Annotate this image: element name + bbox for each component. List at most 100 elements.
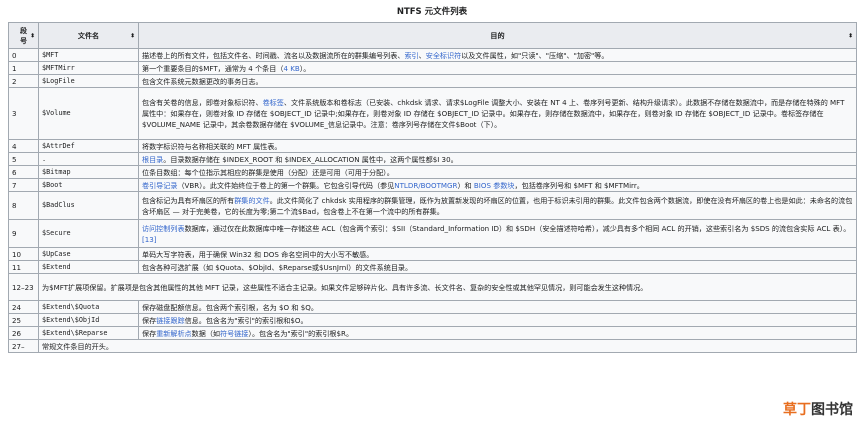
table-row: 25$Extend\$ObjId保存链接跟踪信息。包含名为"索引"的索引根和$O… bbox=[9, 314, 857, 327]
sort-icon[interactable]: ⬍ bbox=[848, 30, 853, 41]
table-row: 24$Extend\$Quota保存磁盘配额信息。包含两个索引根，名为 $O 和… bbox=[9, 301, 857, 314]
cell-purpose: 保存链接跟踪信息。包含名为"索引"的索引根和$O。 bbox=[139, 314, 857, 327]
table-caption: NTFS 元文件列表 bbox=[0, 2, 864, 22]
cell-filename: $Extend\$ObjId bbox=[39, 314, 139, 327]
purpose-text: 包含有关卷的信息，即卷对象标识符、 bbox=[142, 98, 263, 107]
cell-index: 0 bbox=[9, 49, 39, 62]
cell-index: 10 bbox=[9, 248, 39, 261]
cell-filename: $MFT bbox=[39, 49, 139, 62]
cell-filename: $Secure bbox=[39, 220, 139, 248]
purpose-text: （VBR）。此文件始终位于卷上的第一个群集。它包含引导代码（参见 bbox=[177, 181, 394, 190]
table-row: 12–23为$MFT扩展项保留。扩展项是包含其他属性的其他 MFT 记录，这些属… bbox=[9, 274, 857, 301]
wiki-link[interactable]: 卷引导记录 bbox=[142, 181, 177, 190]
purpose-text: 描述卷上的所有文件，包括文件名、时间戳、流名以及数据流所在的群集编号列表、 bbox=[142, 51, 404, 60]
cell-filename: $Extend\$Quota bbox=[39, 301, 139, 314]
cell-purpose: 包含各种可选扩展（如 $Quota、$ObjId、$Reparse或$UsnJr… bbox=[139, 261, 857, 274]
purpose-text: 保存 bbox=[142, 329, 156, 338]
cell-index: 2 bbox=[9, 75, 39, 88]
purpose-text: 第一个重要条目的$MFT，通常为 4 个条目（ bbox=[142, 64, 283, 73]
table-row: 4$AttrDef将数字标识符与名称相关联的 MFT 属性表。 bbox=[9, 140, 857, 153]
column-header-filename[interactable]: 文件名 ⬍ bbox=[39, 23, 139, 49]
table-header-row: 段号 ⬍ 文件名 ⬍ 目的 ⬍ bbox=[9, 23, 857, 49]
cell-filename: $LogFile bbox=[39, 75, 139, 88]
purpose-text: 保存磁盘配额信息。包含两个索引根，名为 $O 和 $Q。 bbox=[142, 303, 318, 312]
cell-purpose: 根目录。目录数据存储在 $INDEX_ROOT 和 $INDEX_ALLOCAT… bbox=[139, 153, 857, 166]
column-header-purpose[interactable]: 目的 ⬍ bbox=[139, 23, 857, 49]
table-row: 5.根目录。目录数据存储在 $INDEX_ROOT 和 $INDEX_ALLOC… bbox=[9, 153, 857, 166]
table-row: 9$Secure访问控制列表数据库，通过仅在此数据库中唯一存储这些 ACL（包含… bbox=[9, 220, 857, 248]
sort-icon[interactable]: ⬍ bbox=[30, 30, 35, 41]
wiki-link[interactable]: 符号链接 bbox=[220, 329, 248, 338]
watermark-logo: 草丁图书馆 bbox=[780, 401, 856, 419]
purpose-text: 以及文件属性，如"只读"、"压缩"、"加密"等。 bbox=[461, 51, 608, 60]
cell-index: 7 bbox=[9, 179, 39, 192]
cell-filename: $Extend bbox=[39, 261, 139, 274]
purpose-text: 为$MFT扩展项保留。扩展项是包含其他属性的其他 MFT 记录，这些属性不适合主… bbox=[42, 283, 647, 292]
table-row: 3$Volume包含有关卷的信息，即卷对象标识符、卷标签、文件系统版本和卷标志（… bbox=[9, 88, 857, 140]
cell-index: 27– bbox=[9, 340, 39, 353]
purpose-text: 。目录数据存储在 $INDEX_ROOT 和 $INDEX_ALLOCATION… bbox=[163, 155, 457, 164]
cell-purpose: 包含有关卷的信息，即卷对象标识符、卷标签、文件系统版本和卷标志（已安装、chkd… bbox=[139, 88, 857, 140]
cell-index: 9 bbox=[9, 220, 39, 248]
cell-filename: $UpCase bbox=[39, 248, 139, 261]
table-row: 11$Extend包含各种可选扩展（如 $Quota、$ObjId、$Repar… bbox=[9, 261, 857, 274]
purpose-text: 、 bbox=[419, 51, 426, 60]
wiki-link[interactable]: 群集的文件 bbox=[234, 196, 269, 205]
table-row: 8$BadClus包含标记为具有坏扇区的所有群集的文件。此文件简化了 chkds… bbox=[9, 192, 857, 220]
cell-index: 1 bbox=[9, 62, 39, 75]
column-header-index[interactable]: 段号 ⬍ bbox=[9, 23, 39, 49]
table-row: 1$MFTMirr第一个重要条目的$MFT，通常为 4 个条目（4 KB）。 bbox=[9, 62, 857, 75]
cell-purpose: 保存磁盘配额信息。包含两个索引根，名为 $O 和 $Q。 bbox=[139, 301, 857, 314]
cell-purpose: 包含标记为具有坏扇区的所有群集的文件。此文件简化了 chkdsk 实用程序的群集… bbox=[139, 192, 857, 220]
cell-purpose: 单码大写字符表，用于确保 Win32 和 DOS 命名空间中的大小写不敏感。 bbox=[139, 248, 857, 261]
cell-index: 25 bbox=[9, 314, 39, 327]
purpose-text: 包含标记为具有坏扇区的所有 bbox=[142, 196, 234, 205]
cell-filename: $MFTMirr bbox=[39, 62, 139, 75]
cell-purpose: 第一个重要条目的$MFT，通常为 4 个条目（4 KB）。 bbox=[139, 62, 857, 75]
wiki-link[interactable]: 访问控制列表 bbox=[142, 224, 185, 233]
cell-purpose: 包含文件系统元数据更改的事务日志。 bbox=[139, 75, 857, 88]
cell-purpose: 为$MFT扩展项保留。扩展项是包含其他属性的其他 MFT 记录，这些属性不适合主… bbox=[39, 274, 857, 301]
cell-index: 4 bbox=[9, 140, 39, 153]
cell-filename: $Volume bbox=[39, 88, 139, 140]
cell-filename: $BadClus bbox=[39, 192, 139, 220]
wiki-link[interactable]: 4 KB bbox=[283, 64, 299, 73]
wiki-link[interactable]: 根目录 bbox=[142, 155, 163, 164]
purpose-text: 位条目数组：每个位指示其相应的群集是使用（分配）还是可用（可用于分配）。 bbox=[142, 168, 394, 177]
ntfs-metafile-table: 段号 ⬍ 文件名 ⬍ 目的 ⬍ 0$MFT描述卷上的所有文件，包括文件名、时间戳… bbox=[8, 22, 857, 353]
table-row: 27–常规文件条目的开头。 bbox=[9, 340, 857, 353]
purpose-text: ）。 bbox=[300, 64, 311, 73]
wiki-link[interactable]: 重新解析点 bbox=[156, 329, 191, 338]
cell-filename: . bbox=[39, 153, 139, 166]
wiki-link[interactable]: NTLDR/BOOTMGR bbox=[394, 181, 457, 190]
cell-purpose: 卷引导记录（VBR）。此文件始终位于卷上的第一个群集。它包含引导代码（参见NTL… bbox=[139, 179, 857, 192]
wiki-link[interactable]: 卷标签 bbox=[263, 98, 284, 107]
cell-purpose: 常规文件条目的开头。 bbox=[39, 340, 857, 353]
cell-index: 8 bbox=[9, 192, 39, 220]
cell-filename: $AttrDef bbox=[39, 140, 139, 153]
wiki-link[interactable]: 索引 bbox=[404, 51, 418, 60]
table-body: 0$MFT描述卷上的所有文件，包括文件名、时间戳、流名以及数据流所在的群集编号列… bbox=[9, 49, 857, 353]
purpose-text: 数据库，通过仅在此数据库中唯一存储这些 ACL（包含两个索引：$SII（Stan… bbox=[185, 224, 851, 233]
cell-purpose: 描述卷上的所有文件，包括文件名、时间戳、流名以及数据流所在的群集编号列表、索引、… bbox=[139, 49, 857, 62]
purpose-text: ，包括卷序列号和 $MFT 和 $MFTMirr。 bbox=[515, 181, 644, 190]
cell-index: 26 bbox=[9, 327, 39, 340]
wiki-link[interactable]: 链接跟踪 bbox=[156, 316, 184, 325]
sort-icon[interactable]: ⬍ bbox=[130, 30, 135, 41]
purpose-text: 数据（如 bbox=[192, 329, 220, 338]
wiki-link[interactable]: BIOS 参数块 bbox=[474, 181, 515, 190]
wiki-link[interactable]: [13] bbox=[142, 235, 157, 244]
purpose-text: ）和 bbox=[457, 181, 473, 190]
cell-index: 3 bbox=[9, 88, 39, 140]
watermark-text-b: 图书馆 bbox=[811, 402, 853, 418]
column-header-purpose-label: 目的 bbox=[490, 31, 504, 41]
wiki-link[interactable]: 安全标识符 bbox=[426, 51, 461, 60]
cell-purpose: 位条目数组：每个位指示其相应的群集是使用（分配）还是可用（可用于分配）。 bbox=[139, 166, 857, 179]
table-row: 7$Boot卷引导记录（VBR）。此文件始终位于卷上的第一个群集。它包含引导代码… bbox=[9, 179, 857, 192]
purpose-text: 信息。包含名为"索引"的索引根和$O。 bbox=[185, 316, 308, 325]
cell-index: 6 bbox=[9, 166, 39, 179]
purpose-text: 保存 bbox=[142, 316, 156, 325]
cell-filename: $Boot bbox=[39, 179, 139, 192]
purpose-text: 单码大写字符表，用于确保 Win32 和 DOS 命名空间中的大小写不敏感。 bbox=[142, 250, 373, 259]
purpose-text: 常规文件条目的开头。 bbox=[42, 342, 113, 351]
